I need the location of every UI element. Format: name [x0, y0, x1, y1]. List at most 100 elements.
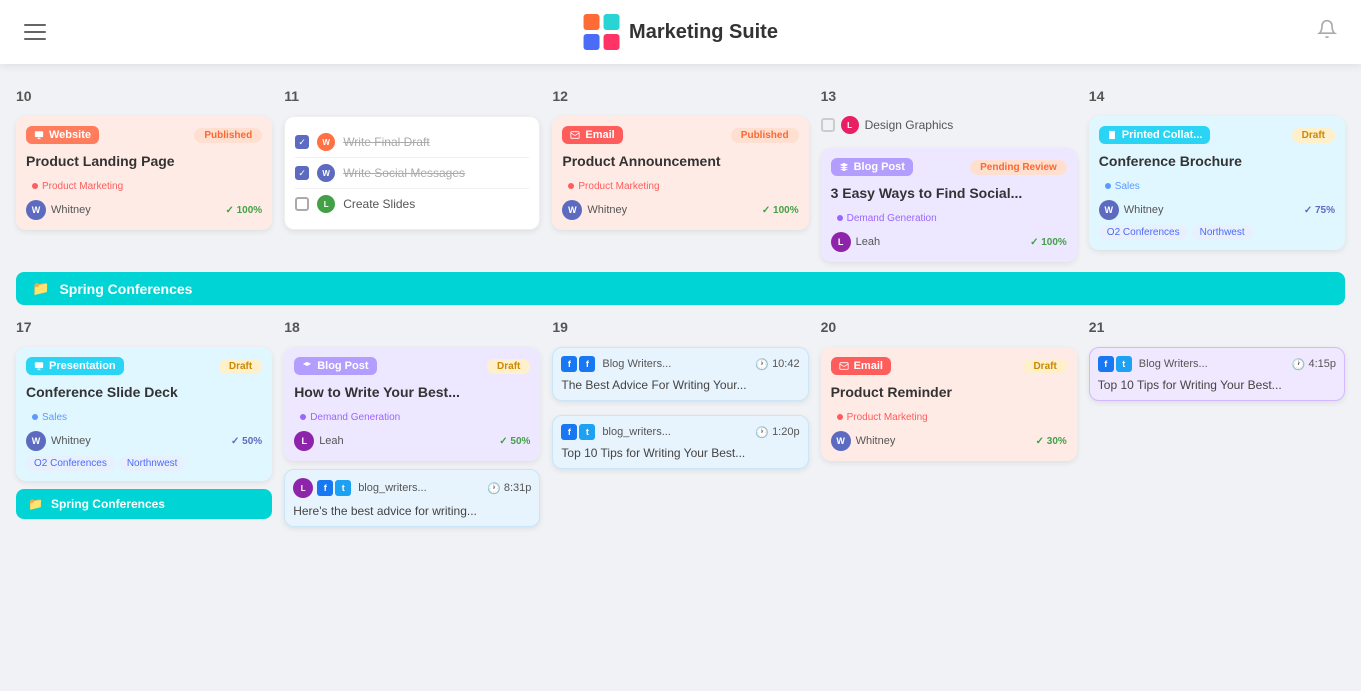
post-content: Here's the best advice for writing... — [293, 504, 531, 518]
avatar: L — [841, 116, 859, 134]
task-item: ✓ W Write Final Draft — [295, 127, 529, 158]
clock-icon: 🕐 — [487, 482, 501, 495]
assignee: W Whitney — [26, 200, 91, 220]
card-title: Conference Brochure — [1099, 152, 1335, 170]
app-title: Marketing Suite — [629, 21, 778, 44]
status-badge: Draft — [487, 359, 530, 374]
avatar: W — [1099, 200, 1119, 220]
spring-conferences-tag: 📁 Spring Conferences — [16, 489, 272, 519]
day-col-18: 18 Blog Post Draft How to Write Your Bes… — [284, 315, 540, 527]
card-email-reminder[interactable]: Email Draft Product Reminder Product Mar… — [821, 347, 1077, 461]
day-number-21: 21 — [1089, 315, 1345, 339]
assignee: W Whitney — [1099, 200, 1164, 220]
card-title: How to Write Your Best... — [294, 383, 530, 401]
social-icons: f t — [317, 480, 351, 496]
type-badge-email: Email — [562, 126, 622, 144]
checkbox-unchecked[interactable] — [295, 197, 309, 211]
day-number-12: 12 — [552, 84, 808, 108]
type-badge-blogpost: Blog Post — [294, 357, 376, 375]
week-row-2: 17 Presentation Draft Conference Slide D… — [16, 315, 1345, 527]
social-icons: f t — [561, 424, 595, 440]
day-col-14: 14 Printed Collat... Draft Conference Br… — [1089, 84, 1345, 262]
checkbox[interactable] — [821, 118, 835, 132]
bell-icon[interactable] — [1317, 19, 1337, 45]
app-header: Marketing Suite — [0, 0, 1361, 64]
card-social-post-2[interactable]: f t blog_writers... 🕐 1:20p Top 10 Tips … — [552, 415, 808, 469]
folder-icon: 📁 — [28, 497, 43, 511]
avatar: L — [293, 478, 313, 498]
social-icons: f t — [1098, 356, 1132, 372]
assignee-name: Leah — [319, 435, 343, 447]
spring-conferences-banner-row: 📁 Spring Conferences — [16, 272, 1345, 305]
assignee-name: Whitney — [856, 435, 896, 447]
clock-icon: 🕐 — [1292, 358, 1306, 371]
day-number-11: 11 — [284, 84, 540, 108]
assignee: W Whitney — [26, 431, 91, 451]
assignee: W Whitney — [831, 431, 896, 451]
post-content: Top 10 Tips for Writing Your Best... — [561, 446, 799, 460]
avatar: W — [26, 431, 46, 451]
card-footer: L Leah ✓ 100% — [831, 232, 1067, 252]
card-printed-brochure[interactable]: Printed Collat... Draft Conference Broch… — [1089, 116, 1345, 250]
day-number-17: 17 — [16, 315, 272, 339]
card-social-post-1[interactable]: f f Blog Writers... 🕐 10:42 The Best Adv… — [552, 347, 808, 401]
day-col-13: 13 L Design Graphics Blog Post Pending R… — [821, 84, 1077, 262]
card-blogpost-social[interactable]: Blog Post Pending Review 3 Easy Ways to … — [821, 148, 1077, 262]
day-col-17: 17 Presentation Draft Conference Slide D… — [16, 315, 272, 527]
progress: ✓ 100% — [225, 205, 262, 216]
card-title: Product Reminder — [831, 383, 1067, 401]
day-number-20: 20 — [821, 315, 1077, 339]
card-task-list[interactable]: ✓ W Write Final Draft ✓ W Write Social M… — [284, 116, 540, 230]
card-social-post-3[interactable]: f t Blog Writers... 🕐 4:15p Top 10 Tips … — [1089, 347, 1345, 401]
assignee-name: Whitney — [51, 435, 91, 447]
day-col-21: 21 f t Blog Writers... 🕐 4:15p — [1089, 315, 1345, 527]
progress: ✓ 50% — [499, 436, 530, 447]
handle: blog_writers... — [358, 482, 426, 494]
type-badge-blogpost: Blog Post — [831, 158, 913, 176]
facebook-icon: f — [561, 424, 577, 440]
day-number-14: 14 — [1089, 84, 1345, 108]
app-logo: Marketing Suite — [583, 14, 778, 50]
time-badge: 🕐 10:42 — [755, 358, 799, 371]
card-tag: Sales — [1099, 176, 1335, 194]
card-website-landing[interactable]: Website Published Product Landing Page P… — [16, 116, 272, 230]
card-header: Email Published — [562, 126, 798, 144]
avatar: W — [317, 164, 335, 182]
spring-conferences-banner: 📁 Spring Conferences — [16, 272, 1345, 305]
card-header: Printed Collat... Draft — [1099, 126, 1335, 144]
task-item: L Create Slides — [295, 189, 529, 219]
extra-tag: O2 Conferences — [1099, 225, 1188, 240]
twitter-icon: t — [579, 424, 595, 440]
extra-tag: Northwest — [1192, 225, 1253, 240]
post-content: Top 10 Tips for Writing Your Best... — [1098, 378, 1336, 392]
assignee: W Whitney — [562, 200, 627, 220]
avatar: W — [562, 200, 582, 220]
day-col-10: 10 Website Published Product Landing Pag… — [16, 84, 272, 262]
day-number-13: 13 — [821, 84, 1077, 108]
checkbox-checked[interactable]: ✓ — [295, 166, 309, 180]
time: 1:20p — [772, 426, 800, 438]
status-badge: Draft — [219, 359, 262, 374]
assignee-name: Whitney — [51, 204, 91, 216]
time-badge: 🕐 8:31p — [487, 482, 531, 495]
card-presentation-deck[interactable]: Presentation Draft Conference Slide Deck… — [16, 347, 272, 481]
status-badge: Published — [731, 128, 799, 143]
social-icons: f f — [561, 356, 595, 372]
card-social-post[interactable]: L f t blog_writers... 🕐 8:31p Here's the… — [284, 469, 540, 527]
status-badge: Pending Review — [970, 160, 1067, 175]
spring-banner-label: Spring Conferences — [59, 281, 192, 297]
card-blogpost-write[interactable]: Blog Post Draft How to Write Your Best..… — [284, 347, 540, 461]
extra-tag: O2 Conferences — [26, 456, 115, 471]
avatar: W — [26, 200, 46, 220]
time-badge: 🕐 1:20p — [755, 426, 799, 439]
handle: Blog Writers... — [602, 358, 671, 370]
card-tag: Product Marketing — [562, 176, 798, 194]
hamburger-menu[interactable] — [24, 24, 46, 40]
handle: Blog Writers... — [1139, 358, 1208, 370]
checkbox-checked[interactable]: ✓ — [295, 135, 309, 149]
card-email-announcement[interactable]: Email Published Product Announcement Pro… — [552, 116, 808, 230]
status-badge-published: Published — [194, 128, 262, 143]
card-footer: L Leah ✓ 50% — [294, 431, 530, 451]
day-col-20: 20 Email Draft Product Reminder Product … — [821, 315, 1077, 527]
time-badge: 🕐 4:15p — [1292, 358, 1336, 371]
